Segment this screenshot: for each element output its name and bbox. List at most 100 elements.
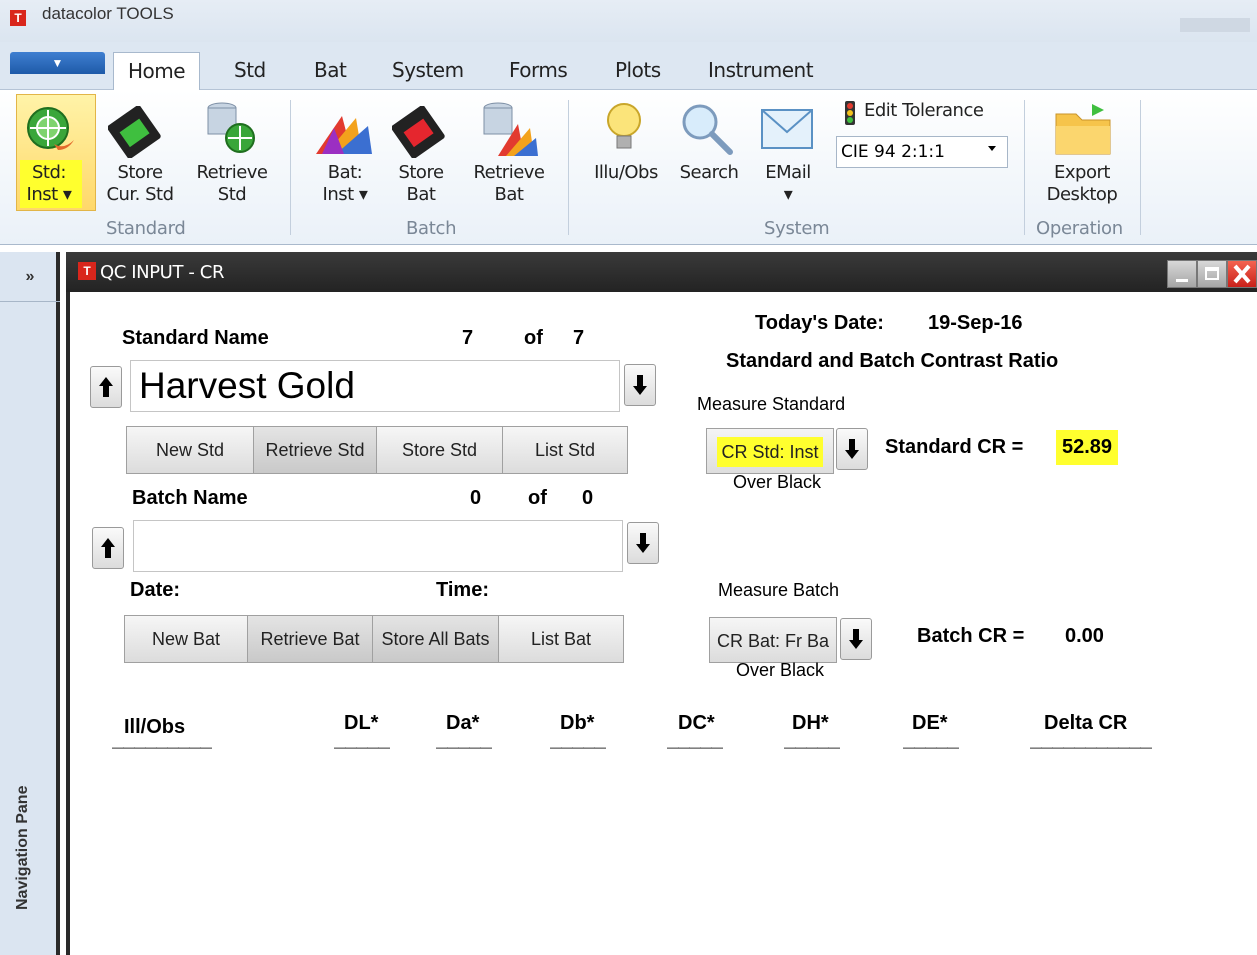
bat-next-button[interactable] — [627, 522, 659, 564]
cr-std-inst-button[interactable]: CR Std: Inst — [706, 428, 834, 474]
chevron-down-icon[interactable] — [988, 146, 996, 151]
retrieve-std-button[interactable]: Retrieve Std — [190, 162, 274, 206]
folder-export-icon — [1055, 104, 1111, 155]
traffic-light-icon — [845, 101, 855, 125]
store-std-button[interactable]: Store Std — [376, 426, 503, 474]
close-button[interactable] — [1227, 260, 1257, 288]
list-bat-button[interactable]: List Bat — [498, 615, 624, 663]
minimize-icon — [1176, 279, 1188, 282]
arrow-up-icon — [101, 538, 115, 558]
store-all-bats-button[interactable]: Store All Bats — [372, 615, 499, 663]
new-bat-button[interactable]: New Bat — [124, 615, 248, 663]
floppy-red-icon — [392, 106, 445, 158]
retrieve-bat-form-button[interactable]: Retrieve Bat — [247, 615, 373, 663]
column-header-dc: DC* — [678, 712, 715, 734]
new-std-button[interactable]: New Std — [126, 426, 254, 474]
group-separator — [568, 100, 569, 235]
application-menu-button[interactable]: ▼ — [10, 52, 105, 74]
app-title-bar — [0, 0, 1257, 42]
close-icon — [1233, 264, 1251, 284]
arrow-down-icon — [849, 629, 863, 649]
list-std-button[interactable]: List Std — [502, 426, 628, 474]
illu-obs-button[interactable]: Illu/Obs — [586, 162, 666, 184]
column-underline: ――――― — [784, 740, 840, 754]
maximize-icon — [1205, 267, 1219, 280]
retrieve-std-form-button[interactable]: Retrieve Std — [253, 426, 377, 474]
export-desktop-button[interactable]: Export Desktop — [1038, 162, 1126, 206]
batch-cr-value: 0.00 — [1065, 625, 1104, 647]
cr-bat-button[interactable]: CR Bat: Fr Ba — [709, 617, 837, 663]
bat-index: 0 — [470, 487, 482, 509]
bat-prev-button[interactable] — [92, 527, 124, 569]
standard-name-value: Harvest Gold — [139, 365, 355, 406]
column-header-de: DE* — [912, 712, 948, 734]
std-index: 7 — [462, 327, 474, 349]
measure-batch-label: Measure Batch — [718, 580, 840, 600]
arrow-down-icon — [636, 533, 650, 553]
column-underline: ――――― — [436, 740, 492, 754]
std-prev-button[interactable] — [90, 366, 122, 408]
group-separator — [1024, 100, 1025, 235]
minimize-button[interactable] — [1167, 260, 1197, 288]
group-label-standard: Standard — [106, 218, 186, 239]
date-label: Date: — [130, 579, 181, 601]
search-button[interactable]: Search — [674, 162, 744, 184]
cr-std-inst-label: CR Std: Inst — [717, 437, 823, 467]
group-separator — [290, 100, 291, 235]
tab-bat[interactable]: Bat — [300, 52, 360, 90]
standard-name-label: Standard Name — [122, 327, 269, 349]
column-underline: ――――――――― — [112, 740, 212, 754]
bat-inst-button[interactable]: Bat: Inst ▾ — [310, 162, 380, 206]
window-app-icon: T — [78, 262, 96, 280]
target-icon — [27, 107, 74, 150]
cr-std-dropdown-button[interactable] — [836, 428, 868, 470]
todays-date-label: Today's Date: — [755, 312, 884, 334]
std-of-label: of — [524, 327, 543, 349]
tolerance-select[interactable]: CIE 94 2:1:1 — [836, 136, 1008, 168]
arrow-down-icon — [633, 375, 647, 395]
store-cur-std-button[interactable]: Store Cur. Std — [100, 162, 180, 206]
window-title: QC INPUT - CR — [100, 262, 225, 283]
app-title: datacolor TOOLS — [42, 4, 174, 23]
todays-date-value: 19-Sep-16 — [928, 312, 1023, 334]
maximize-button[interactable] — [1197, 260, 1227, 288]
batch-name-field[interactable] — [133, 520, 623, 572]
floppy-green-icon — [108, 106, 161, 158]
expand-nav-button[interactable]: » — [0, 252, 60, 302]
column-header-db: Db* — [560, 712, 595, 734]
tab-system[interactable]: System — [378, 52, 478, 90]
lightbulb-icon — [607, 103, 641, 149]
store-bat-button[interactable]: Store Bat — [386, 162, 456, 206]
database-fan-icon — [483, 102, 538, 156]
standard-cr-value: 52.89 — [1056, 430, 1119, 465]
group-label-system: System — [764, 218, 830, 239]
group-label-operation: Operation — [1036, 218, 1123, 239]
retrieve-bat-button[interactable]: Retrieve Bat — [466, 162, 552, 206]
bat-of-label: of — [528, 487, 547, 509]
edit-tolerance-button[interactable]: Edit Tolerance — [864, 100, 984, 122]
std-next-button[interactable] — [624, 364, 656, 406]
contrast-ratio-heading: Standard and Batch Contrast Ratio — [726, 350, 1059, 372]
time-label: Time: — [436, 579, 489, 601]
envelope-icon — [761, 109, 813, 149]
column-header-ill-obs: Ill/Obs — [124, 716, 186, 738]
cr-bat-dropdown-button[interactable] — [840, 618, 872, 660]
tab-plots[interactable]: Plots — [601, 52, 675, 90]
window-title-bar — [66, 252, 1257, 292]
column-underline: ――――― — [334, 740, 390, 754]
column-header-delta-cr: Delta CR — [1044, 712, 1128, 734]
batch-cr-label: Batch CR = — [917, 625, 1025, 647]
standard-name-field[interactable]: Harvest Gold — [130, 360, 620, 412]
arrow-down-icon — [845, 439, 859, 459]
measure-standard-label: Measure Standard — [697, 394, 846, 414]
tab-forms[interactable]: Forms — [495, 52, 581, 90]
tab-std[interactable]: Std — [220, 52, 280, 90]
navigation-pane-label[interactable]: Navigation Pane — [14, 786, 32, 910]
tab-instrument[interactable]: Instrument — [694, 52, 827, 90]
standard-cr-label: Standard CR = — [885, 436, 1024, 458]
group-label-batch: Batch — [406, 218, 457, 239]
column-underline: ――――――――――― — [1030, 740, 1152, 754]
email-button[interactable]: EMail ▾ — [752, 162, 824, 206]
tab-home[interactable]: Home — [113, 52, 201, 90]
cr-bat-over-black: Over Black — [736, 660, 825, 680]
